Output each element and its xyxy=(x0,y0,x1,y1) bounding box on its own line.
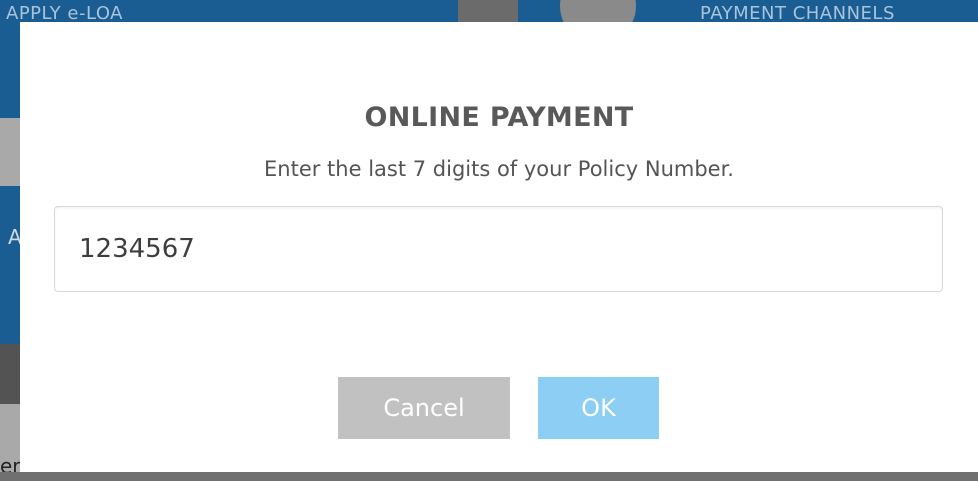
background-block xyxy=(458,0,518,22)
cancel-button[interactable]: Cancel xyxy=(338,377,510,439)
dialog-message: Enter the last 7 digits of your Policy N… xyxy=(264,157,734,181)
background-bottom-band xyxy=(0,472,978,481)
ok-button[interactable]: OK xyxy=(538,377,659,439)
online-payment-dialog: ONLINE PAYMENT Enter the last 7 digits o… xyxy=(20,22,978,472)
policy-number-input[interactable] xyxy=(54,206,943,292)
apply-eloa-text: APPLY e-LOA xyxy=(6,3,123,24)
dialog-title: ONLINE PAYMENT xyxy=(364,102,634,133)
payment-channels-text: PAYMENT CHANNELS xyxy=(700,3,895,24)
